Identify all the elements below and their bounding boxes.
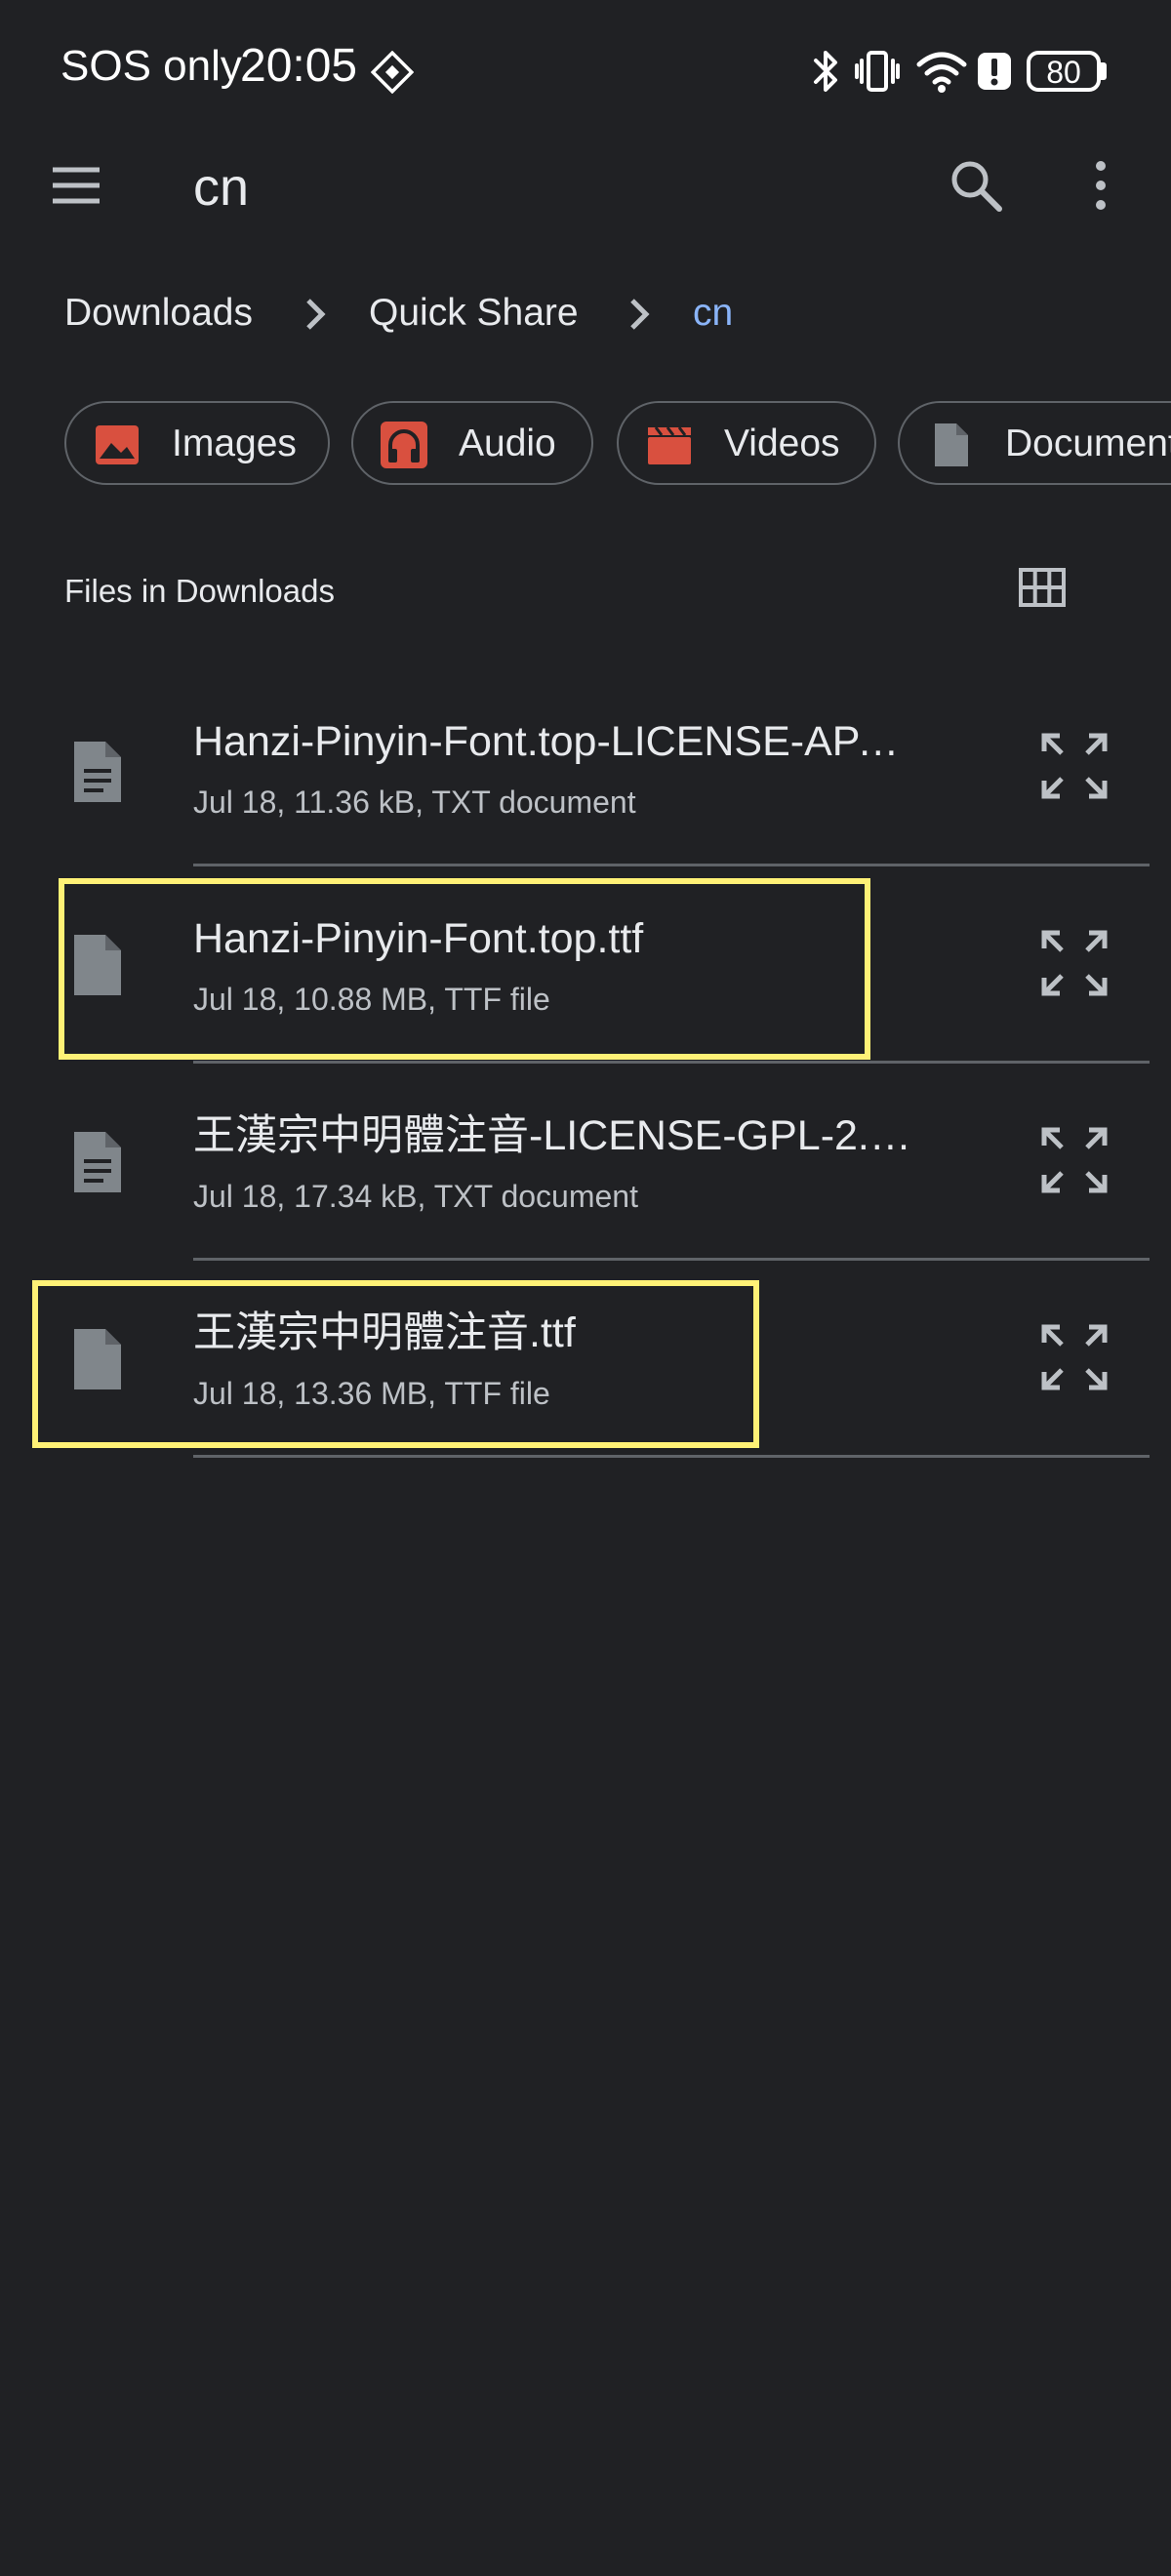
text-document-icon <box>74 1132 121 1192</box>
document-icon <box>935 423 968 466</box>
file-name: 王漢宗中明體注音-LICENSE-GPL-2.0.txt <box>193 1112 925 1159</box>
expand-icon[interactable] <box>1040 1323 1109 1391</box>
expand-icon[interactable] <box>1040 1126 1109 1194</box>
app-bar <box>0 137 1171 244</box>
file-meta: Jul 18, 10.88 MB, TTF file <box>193 982 550 1017</box>
list-divider <box>193 1455 1150 1458</box>
chip-label: Videos <box>724 423 840 464</box>
text-document-icon <box>74 742 121 802</box>
file-meta: Jul 18, 11.36 kB, TXT document <box>193 785 636 820</box>
chip-label: Documents <box>1005 423 1171 464</box>
list-item[interactable]: Hanzi-Pinyin-Font.top.ttf Jul 18, 10.88 … <box>0 866 1171 1064</box>
file-list: Hanzi-Pinyin-Font.top-LICENSE-APACHE-2.0… <box>0 664 1171 1464</box>
status-bar: SOS only 20:05 80 <box>0 0 1171 137</box>
chevron-right-icon <box>306 299 326 330</box>
list-item[interactable]: Hanzi-Pinyin-Font.top-LICENSE-APACHE-2.0… <box>0 664 1171 861</box>
chip-label: Images <box>172 423 297 464</box>
clock-time: 20:05 <box>240 40 358 92</box>
chip-documents[interactable]: Documents <box>898 401 1171 485</box>
file-name: 王漢宗中明體注音.ttf <box>193 1309 576 1356</box>
file-name: Hanzi-Pinyin-Font.top.ttf <box>193 915 644 962</box>
chip-images[interactable]: Images <box>64 401 330 485</box>
wifi-icon <box>916 52 967 93</box>
file-name: Hanzi-Pinyin-Font.top-LICENSE-APACHE-2.0… <box>193 718 915 765</box>
expand-icon[interactable] <box>1040 732 1109 800</box>
headphones-icon <box>381 422 427 468</box>
bluetooth-icon <box>814 51 837 92</box>
battery-level: 80 <box>1046 55 1081 90</box>
filter-chips-row: Images Audio Videos Documents <box>0 390 1171 498</box>
file-icon <box>74 935 121 995</box>
vibrate-icon <box>855 51 900 92</box>
page-title: cn <box>193 158 250 217</box>
more-vert-icon[interactable] <box>1083 158 1118 213</box>
breadcrumb-item-downloads[interactable]: Downloads <box>64 289 253 338</box>
battery-icon: 80 <box>1027 51 1101 92</box>
location-diamond-icon <box>371 51 414 94</box>
list-item[interactable]: 王漢宗中明體注音.ttf Jul 18, 13.36 MB, TTF file <box>0 1261 1171 1458</box>
search-icon[interactable] <box>947 156 1005 215</box>
hamburger-menu-icon[interactable] <box>49 158 103 213</box>
breadcrumb-item-cn[interactable]: cn <box>693 289 733 338</box>
list-item[interactable]: 王漢宗中明體注音-LICENSE-GPL-2.0.txt Jul 18, 17.… <box>0 1064 1171 1261</box>
grid-view-icon[interactable] <box>1019 568 1066 607</box>
chip-videos[interactable]: Videos <box>617 401 876 485</box>
file-meta: Jul 18, 13.36 MB, TTF file <box>193 1376 550 1411</box>
chip-label: Audio <box>459 423 556 464</box>
file-meta: Jul 18, 17.34 kB, TXT document <box>193 1179 638 1214</box>
clapperboard-icon <box>648 426 691 464</box>
file-icon <box>74 1329 121 1389</box>
alert-icon <box>978 53 1011 90</box>
chip-audio[interactable]: Audio <box>351 401 593 485</box>
expand-icon[interactable] <box>1040 929 1109 997</box>
chevron-right-icon <box>630 299 650 330</box>
section-title: Files in Downloads <box>64 573 335 609</box>
breadcrumb-item-quick-share[interactable]: Quick Share <box>369 289 579 338</box>
battery-tip <box>1101 62 1107 80</box>
network-status-text: SOS only <box>61 42 242 90</box>
image-icon <box>96 425 139 464</box>
